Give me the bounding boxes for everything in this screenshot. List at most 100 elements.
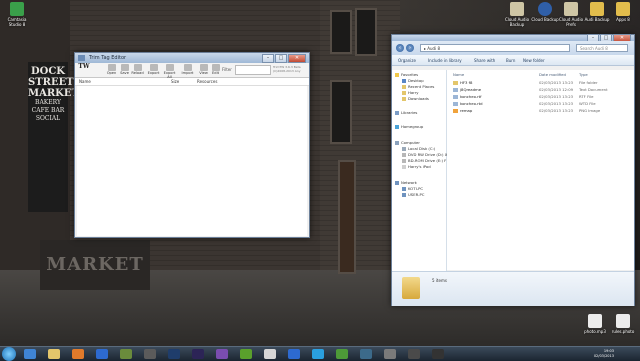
nav-computer[interactable]: Computer: [395, 140, 420, 145]
nav-favorites[interactable]: Favorites: [395, 72, 418, 77]
column-name[interactable]: Name: [79, 79, 91, 84]
nav-label: KOTI-PC: [408, 186, 424, 191]
share-with-button[interactable]: Share with: [474, 58, 495, 63]
taskbar-skype-icon[interactable]: [312, 349, 324, 359]
save-button[interactable]: Save: [118, 64, 131, 75]
star-icon: [395, 73, 399, 77]
folder-icon: [590, 2, 604, 16]
taskbar: 19:03 02/03/2013: [0, 346, 640, 361]
close-button[interactable]: ✕: [288, 54, 306, 63]
cloud-backup-icon: [538, 2, 552, 16]
column-size[interactable]: Size: [171, 79, 179, 84]
column-name[interactable]: Name: [453, 72, 464, 77]
nav-label: Favorites: [401, 72, 419, 77]
taskbar-photoshop-icon[interactable]: [168, 349, 180, 359]
taskbar-app9-icon[interactable]: [216, 349, 228, 359]
taskbar-utorrent-icon[interactable]: [336, 349, 348, 359]
window-controls: – □ ✕: [262, 54, 306, 63]
nav-drive-e[interactable]: BD-ROM Drive (E:) F: [402, 158, 446, 163]
file-row[interactable]: remap: [453, 108, 472, 113]
tag-list-area[interactable]: [77, 86, 307, 236]
taskbar-aftereffects-icon[interactable]: [192, 349, 204, 359]
clock-date: 02/03/2013: [593, 354, 614, 358]
desktop-icon-camtasia[interactable]: Camtasia Studio 8: [2, 2, 32, 27]
taskbar-explorer-icon[interactable]: [48, 349, 60, 359]
command-bar: Organize Include in library Share with B…: [392, 55, 634, 66]
taskbar-app16-icon[interactable]: [384, 349, 396, 359]
desktop-icon-top-right-1[interactable]: Cloud Audio Backup: [502, 2, 532, 27]
taskbar-wordpress-icon[interactable]: [360, 349, 372, 359]
export-icon: [149, 64, 158, 71]
taskbar-app18-icon[interactable]: [432, 349, 444, 359]
export-button[interactable]: Export: [147, 64, 160, 75]
back-button[interactable]: ‹: [396, 44, 404, 52]
nav-label: Local Disk (C:): [408, 146, 436, 151]
file-list[interactable]: Name Date modified Type HF3 f8 02/03/201…: [447, 70, 634, 270]
search-input[interactable]: Search Audi 8: [576, 44, 628, 52]
system-clock[interactable]: 19:03 02/03/2013: [578, 349, 614, 359]
maximize-button[interactable]: □: [275, 54, 287, 63]
explorer-window[interactable]: – □ ✕ ‹ › ▸ Audi 8 Search Audi 8 Organiz…: [391, 34, 635, 306]
include-in-library-button[interactable]: Include in library: [428, 58, 462, 63]
taskbar-firefox-icon[interactable]: [72, 349, 84, 359]
open-button[interactable]: Open: [105, 64, 118, 75]
burn-button[interactable]: Burn: [506, 58, 515, 63]
rtf-file-icon: [453, 95, 458, 99]
import-button[interactable]: Import: [181, 64, 194, 75]
export-all-button[interactable]: Export All: [163, 64, 176, 79]
desktop-icon-label: Camtasia Studio 8: [7, 17, 27, 27]
folder-icon: [402, 277, 420, 299]
desktop-icon-bottom-right-2[interactable]: rules.photo: [608, 314, 638, 334]
file-row[interactable]: HF3 f8: [453, 80, 472, 85]
file-icon: [588, 314, 602, 328]
nav-libraries[interactable]: Libraries: [395, 110, 417, 115]
file-type: RTF File: [579, 94, 594, 99]
nav-network[interactable]: Network: [395, 180, 417, 185]
nav-network-koti-pc[interactable]: KOTI-PC: [402, 186, 423, 191]
filter-input[interactable]: [235, 65, 271, 75]
file-name: j8Qreadme: [460, 87, 482, 92]
nav-item-desktop[interactable]: Desktop: [402, 78, 424, 83]
minimize-button[interactable]: –: [262, 54, 274, 63]
taskbar-game-icon[interactable]: [120, 349, 132, 359]
nav-drive-d[interactable]: DVD RW Drive (D:) X: [402, 152, 447, 157]
address-bar[interactable]: ▸ Audi 8: [420, 44, 570, 52]
taskbar-spotify-icon[interactable]: [240, 349, 252, 359]
taskbar-app12-icon[interactable]: [288, 349, 300, 359]
taskbar-media-icon[interactable]: [96, 349, 108, 359]
file-row[interactable]: koncheo.rtf: [453, 94, 481, 99]
start-button[interactable]: [2, 347, 16, 361]
taskbar-ie-icon[interactable]: [24, 349, 36, 359]
file-type: WTD File: [579, 101, 596, 106]
column-resources[interactable]: Resources: [197, 79, 217, 84]
taskbar-app17-icon[interactable]: [408, 349, 420, 359]
file-icon: [616, 314, 630, 328]
column-date-modified[interactable]: Date modified: [539, 72, 566, 77]
file-row[interactable]: j8Qreadme: [453, 87, 481, 92]
nav-item-harry[interactable]: Harry: [402, 90, 418, 95]
edit-label: Edit: [212, 71, 219, 75]
nav-drive-c[interactable]: Local Disk (C:): [402, 146, 435, 151]
tag-editor-titlebar[interactable]: Trim Tag Editor – □ ✕: [75, 53, 309, 63]
desktop-icon-bottom-right-1[interactable]: photo.mp3: [580, 314, 610, 334]
taskbar-app11-icon[interactable]: [264, 349, 276, 359]
taskbar-app6-icon[interactable]: [144, 349, 156, 359]
nav-homegroup[interactable]: Homegroup: [395, 124, 423, 129]
reload-button[interactable]: Reload: [131, 64, 144, 75]
file-row[interactable]: koncheo.rtd: [453, 101, 483, 106]
nav-network-user-pc[interactable]: USER-PC: [402, 192, 424, 197]
column-type[interactable]: Type: [579, 72, 588, 77]
tag-editor-window[interactable]: Trim Tag Editor – □ ✕ TW Open Save Reloa…: [74, 52, 310, 238]
nav-ipod[interactable]: Harry's iPod: [402, 164, 431, 169]
file-name: koncheo.rtf: [460, 94, 482, 99]
new-folder-button[interactable]: New folder: [523, 58, 545, 63]
export-label: Export: [147, 71, 160, 75]
nav-item-downloads[interactable]: Downloads: [402, 96, 429, 101]
file-name: remap: [460, 108, 473, 113]
desktop-icon-top-right-5[interactable]: Apps 8: [608, 2, 638, 22]
nav-item-recent-places[interactable]: Recent Places: [402, 84, 434, 89]
forward-button[interactable]: ›: [406, 44, 414, 52]
organize-button[interactable]: Organize: [398, 58, 416, 63]
file-type: Text Document: [579, 87, 608, 92]
edit-button[interactable]: Edit: [209, 64, 222, 75]
